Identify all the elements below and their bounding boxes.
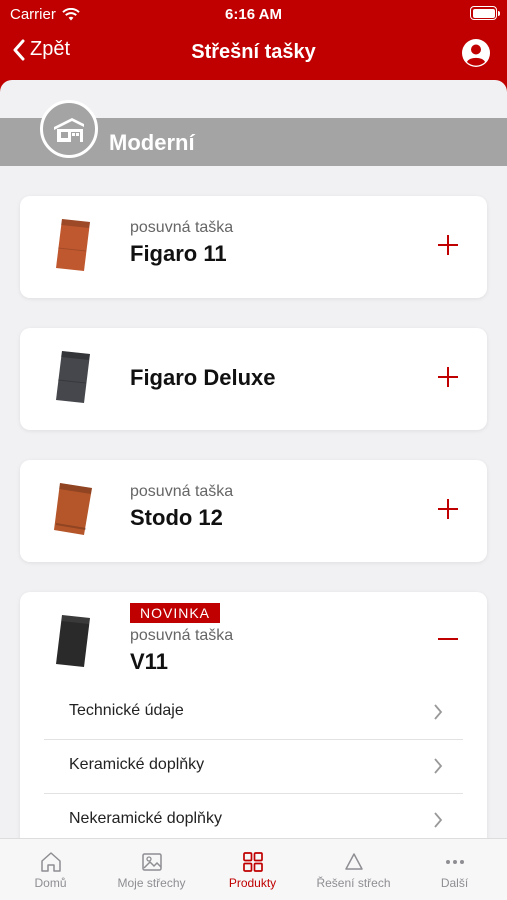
home-icon xyxy=(40,852,61,872)
tab-more[interactable]: Další xyxy=(404,839,505,900)
product-name: Figaro 11 xyxy=(130,241,227,266)
more-icon xyxy=(445,860,464,864)
status-time: 6:16 AM xyxy=(225,6,282,23)
tab-label: Produkty xyxy=(228,876,277,890)
image-icon xyxy=(141,853,162,871)
content-area: Moderní posuvná taška Figaro 11 Figaro D… xyxy=(0,80,507,838)
grid-icon xyxy=(242,852,263,872)
tab-bar: Domů Moje střechy Produkty Řešení střech… xyxy=(0,838,507,900)
tab-products[interactable]: Produkty xyxy=(202,839,303,900)
chevron-right-icon xyxy=(434,704,443,720)
product-subtitle: posuvná taška xyxy=(130,219,234,236)
submenu-item-technical-data[interactable]: Technické údaje xyxy=(44,685,463,739)
product-name: V11 xyxy=(130,649,168,674)
product-card[interactable]: Figaro Deluxe xyxy=(20,328,487,430)
submenu-item-ceramic-accessories[interactable]: Keramické doplňky xyxy=(44,739,463,793)
product-card[interactable]: posuvná taška Figaro 11 xyxy=(20,196,487,298)
roof-tile-image xyxy=(56,219,90,271)
triangle-icon xyxy=(344,853,363,870)
battery-icon xyxy=(470,6,500,20)
tab-label: Řešení střech xyxy=(316,876,391,890)
status-bar: Carrier 6:16 AM xyxy=(0,0,507,28)
plus-icon[interactable] xyxy=(437,366,459,388)
page-title: Střešní tašky xyxy=(191,41,316,63)
new-badge: NOVINKA xyxy=(130,603,221,623)
submenu-item-label: Technické údaje xyxy=(69,702,184,719)
product-subtitle: posuvná taška xyxy=(130,627,234,644)
submenu-item-label: Keramické doplňky xyxy=(69,756,205,773)
submenu-item-non-ceramic-accessories[interactable]: Nekeramické doplňky xyxy=(44,793,463,838)
tab-my-roofs[interactable]: Moje střechy xyxy=(101,839,202,900)
category-title: Moderní xyxy=(109,130,195,155)
product-card-expanded: NOVINKA posuvná taška V11 Technické údaj… xyxy=(20,592,487,838)
plus-icon[interactable] xyxy=(437,234,459,256)
roof-tile-image xyxy=(54,483,92,535)
product-name: Stodo 12 xyxy=(130,505,223,530)
minus-icon[interactable] xyxy=(437,628,459,650)
tab-home[interactable]: Domů xyxy=(0,839,101,900)
tab-label: Domů xyxy=(34,876,67,890)
chevron-right-icon xyxy=(434,812,443,828)
tab-label: Další xyxy=(440,876,469,890)
modern-house-icon xyxy=(40,100,98,158)
roof-tile-image xyxy=(56,351,90,403)
profile-icon[interactable] xyxy=(461,38,491,68)
tab-roof-solutions[interactable]: Řešení střech xyxy=(303,839,404,900)
submenu-item-label: Nekeramické doplňky xyxy=(69,810,222,827)
navigation-bar: Zpět Střešní tašky xyxy=(0,28,507,80)
chevron-right-icon xyxy=(434,758,443,774)
plus-icon[interactable] xyxy=(437,498,459,520)
product-card[interactable]: posuvná taška Stodo 12 xyxy=(20,460,487,562)
roof-tile-image xyxy=(56,615,90,667)
tab-label: Moje střechy xyxy=(117,876,186,890)
product-name: Figaro Deluxe xyxy=(130,365,276,390)
product-subtitle: posuvná taška xyxy=(130,483,234,500)
